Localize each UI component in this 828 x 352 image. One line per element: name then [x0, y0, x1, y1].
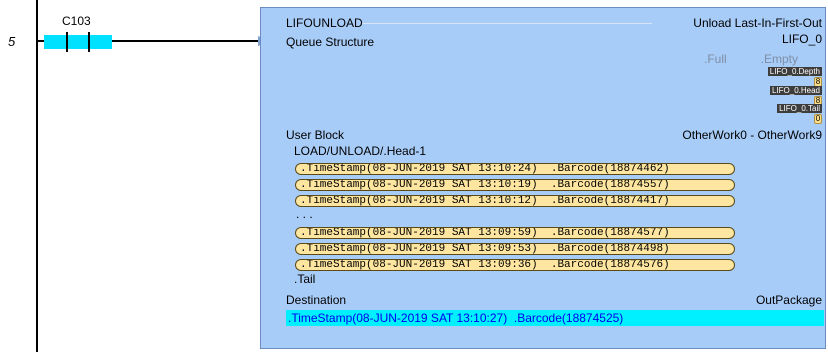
records-ellipsis: . . .	[296, 207, 313, 221]
depth-tag: LIFO_0.Depth	[767, 67, 822, 76]
title-divider	[362, 23, 652, 24]
contact-label: C103	[62, 14, 91, 28]
block-instance: LIFO_0	[781, 32, 822, 46]
user-block-range: OtherWork0 - OtherWork9	[682, 128, 822, 142]
contact-right-bar	[88, 32, 90, 52]
user-block-subtitle: LOAD/UNLOAD/.Head-1	[294, 144, 427, 158]
left-power-rail	[36, 0, 38, 352]
tail-label: .Tail	[294, 272, 316, 286]
record-row[interactable]: .TimeStamp(08-JUN-2019 SAT 13:09:59) .Ba…	[295, 227, 735, 239]
normally-open-contact[interactable]	[44, 30, 114, 52]
tail-tag: LIFO_0.Tail	[777, 104, 822, 113]
record-row[interactable]: .TimeStamp(08-JUN-2019 SAT 13:09:53) .Ba…	[295, 243, 735, 255]
record-row[interactable]: .TimeStamp(08-JUN-2019 SAT 13:10:12) .Ba…	[295, 195, 735, 207]
user-block-label: User Block	[286, 128, 345, 142]
tail-value[interactable]: 0	[814, 114, 822, 124]
record-row[interactable]: .TimeStamp(08-JUN-2019 SAT 13:09:36) .Ba…	[295, 259, 735, 271]
record-row[interactable]: .TimeStamp(08-JUN-2019 SAT 13:10:24) .Ba…	[295, 163, 735, 175]
empty-output-label: .Empty	[760, 52, 798, 66]
full-output-label: .Full	[704, 52, 727, 66]
record-row[interactable]: .TimeStamp(08-JUN-2019 SAT 13:10:19) .Ba…	[295, 179, 735, 191]
rung-number: 5	[8, 34, 16, 49]
destination-value[interactable]: .TimeStamp(08-JUN-2019 SAT 13:10:27) .Ba…	[286, 310, 824, 326]
destination-label: Destination	[286, 293, 347, 307]
head-tag: LIFO_0.Head	[769, 86, 822, 95]
block-title: LIFOUNLOAD	[286, 16, 363, 30]
contact-highlight	[44, 35, 112, 49]
contact-left-bar	[66, 32, 68, 52]
block-description: Unload Last-In-First-Out	[693, 16, 822, 30]
destination-name: OutPackage	[755, 293, 822, 307]
queue-structure-label: Queue Structure	[286, 35, 375, 49]
